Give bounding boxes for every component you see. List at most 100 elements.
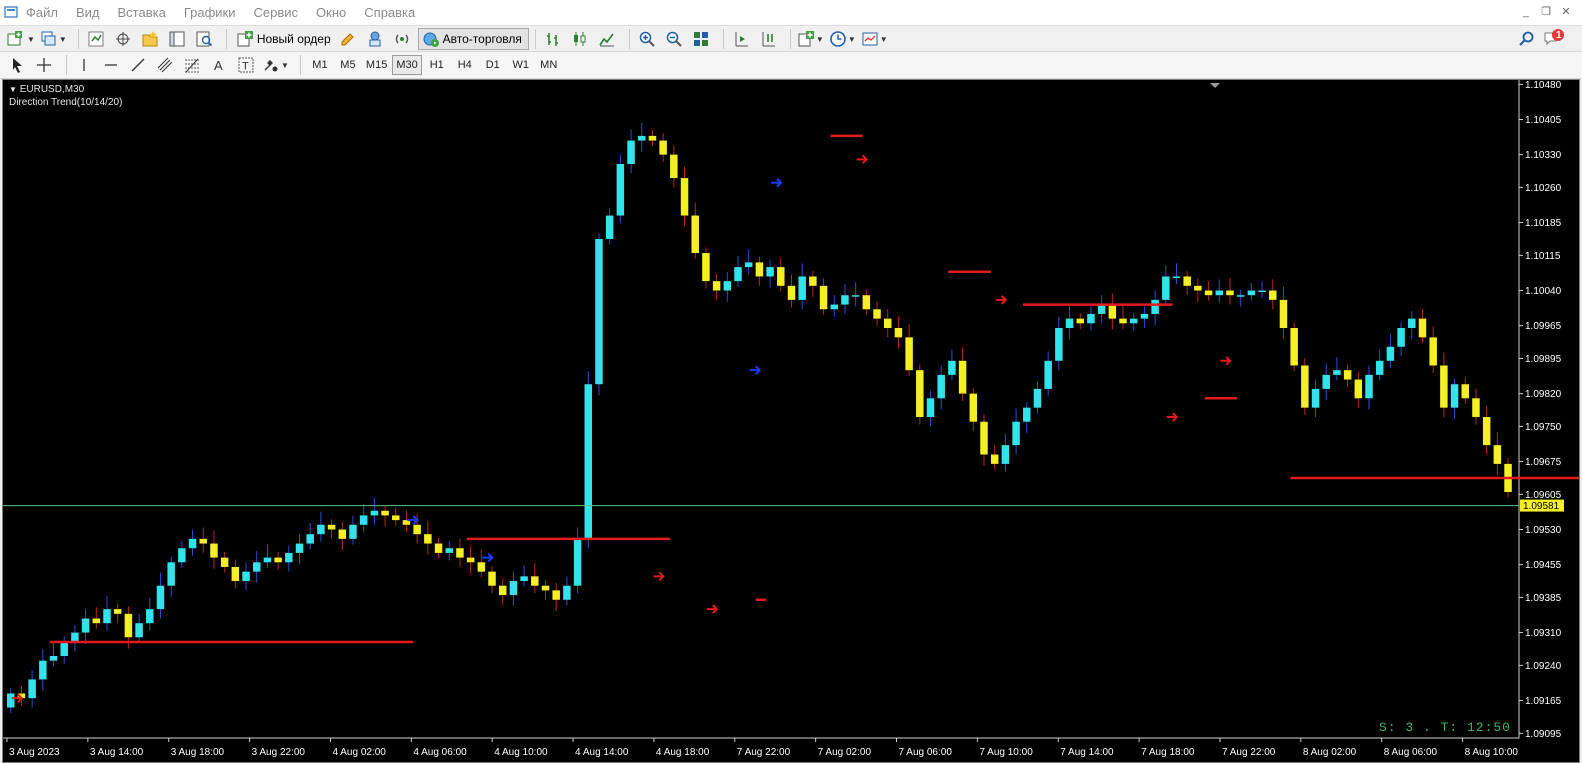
menu-file[interactable]: Файл [26, 5, 66, 20]
bar-chart-button[interactable] [542, 28, 564, 50]
price-chart[interactable]: 1.10480 1.10405 1.10330 1.10260 1.10185 1.101… [3, 80, 1579, 762]
timeframe-h1[interactable]: H1 [424, 55, 450, 75]
standard-toolbar: ▼ ▼ Новый ордер Авто-торговля ▼ ▼ ▼ 1 [0, 26, 1582, 52]
timeframe-m15[interactable]: M15 [363, 55, 390, 75]
candle-bull [1065, 318, 1074, 328]
timeframe-w1[interactable]: W1 [508, 55, 534, 75]
arrows-tool-button[interactable]: ▼ [262, 54, 289, 76]
chart-window[interactable]: 1.10480 1.10405 1.10330 1.10260 1.10185 1.101… [2, 79, 1580, 763]
search-button[interactable] [1516, 28, 1538, 50]
timeframe-d1[interactable]: D1 [480, 55, 506, 75]
trendline-tool-button[interactable] [127, 54, 149, 76]
candle-bull [1258, 290, 1266, 293]
line-chart-button[interactable] [596, 28, 618, 50]
candle-bear [1279, 299, 1288, 328]
market-watch-button[interactable] [85, 28, 107, 50]
minimize-button[interactable]: _ [1518, 4, 1534, 20]
candle-bull [1097, 304, 1106, 314]
candle-bear [1493, 445, 1502, 464]
candle-bull [595, 238, 603, 385]
timeframe-m30[interactable]: M30 [392, 55, 422, 75]
candle-bear [1226, 290, 1234, 296]
tile-windows-button[interactable] [690, 28, 712, 50]
candle-bear [1290, 328, 1298, 366]
candle-bull [563, 585, 571, 600]
candle-bull [49, 656, 58, 661]
templates-button[interactable]: ▼ [861, 28, 888, 50]
price-tick-label: 1.10480 [1525, 80, 1562, 91]
fibonacci-tool-button[interactable] [181, 54, 203, 76]
candle-bull [1365, 374, 1373, 399]
text-label-tool-button[interactable]: T [235, 54, 257, 76]
market-button[interactable] [391, 28, 413, 50]
crosshair-tool-button[interactable] [33, 54, 55, 76]
text-a-icon: A [214, 58, 223, 73]
candle-bear [905, 337, 913, 371]
candle-bull [520, 576, 528, 582]
candle-bear [1429, 337, 1437, 366]
cursor-tool-button[interactable] [6, 54, 28, 76]
chart-background [3, 80, 1579, 762]
close-button[interactable]: ✕ [1558, 4, 1574, 20]
timeframe-h4[interactable]: H4 [452, 55, 478, 75]
equidistant-channel-tool-button[interactable] [154, 54, 176, 76]
metaeditor-button[interactable] [337, 28, 359, 50]
indicators-button[interactable]: ▼ [797, 28, 824, 50]
window-controls: _ ❐ ✕ [1518, 4, 1574, 20]
data-window-button[interactable] [112, 28, 134, 50]
app-icon[interactable] [4, 5, 18, 19]
candle-bear [466, 557, 475, 563]
vertical-line-tool-button[interactable] [73, 54, 95, 76]
autoscroll-button[interactable] [757, 28, 779, 50]
timeframe-m1[interactable]: M1 [307, 55, 333, 75]
menu-help[interactable]: Справка [364, 5, 423, 20]
strategy-tester-button[interactable] [193, 28, 215, 50]
menu-view[interactable]: Вид [76, 5, 108, 20]
candle-bull [359, 515, 368, 525]
candle-bull [734, 267, 742, 282]
chart-shift-button[interactable] [730, 28, 752, 50]
profiles-button[interactable]: ▼ [40, 28, 67, 50]
candle-bear [424, 534, 432, 544]
candle-bear [1076, 318, 1084, 324]
candle-bull [1333, 370, 1341, 375]
candle-bull [1001, 445, 1010, 464]
restore-button[interactable]: ❐ [1538, 4, 1554, 20]
candle-bear [124, 613, 133, 638]
time-tick-label: 7 Aug 06:00 [899, 747, 953, 758]
candle-bear [958, 360, 967, 394]
candle-bull [1215, 290, 1224, 296]
new-order-button[interactable]: Новый ордер [233, 28, 337, 50]
candle-bear [787, 285, 796, 300]
signals-button[interactable] [364, 28, 386, 50]
toolbar-separator [789, 29, 791, 49]
periods-button[interactable]: ▼ [829, 28, 856, 50]
toolbar-separator [225, 29, 227, 49]
candle-bull [584, 384, 593, 539]
new-chart-button[interactable]: ▼ [6, 28, 35, 50]
timeframe-m5[interactable]: M5 [335, 55, 361, 75]
candle-bull [295, 543, 304, 553]
candlestick-chart-button[interactable] [569, 28, 591, 50]
text-tool-button[interactable]: A [208, 54, 230, 76]
terminal-button[interactable] [166, 28, 188, 50]
menu-window[interactable]: Окно [316, 5, 354, 20]
menu-charts[interactable]: Графики [184, 5, 244, 20]
price-tick-label: 1.09965 [1525, 321, 1562, 332]
autotrading-button[interactable]: Авто-торговля [417, 28, 529, 50]
candle-bear [413, 524, 421, 535]
candle-bear [210, 543, 218, 558]
text-label-icon: T [238, 57, 254, 73]
collapse-triangle-icon[interactable]: ▼ [9, 85, 17, 94]
notifications-button[interactable]: 1 [1543, 28, 1565, 50]
candle-bear [1301, 365, 1309, 408]
menu-insert[interactable]: Вставка [118, 5, 174, 20]
zoom-out-button[interactable] [663, 28, 685, 50]
timeframe-mn[interactable]: MN [536, 55, 562, 75]
price-tick-label: 1.09750 [1525, 422, 1562, 433]
zoom-in-button[interactable] [636, 28, 658, 50]
navigator-button[interactable] [139, 28, 161, 50]
vertical-line-icon [83, 59, 85, 71]
menu-tools[interactable]: Сервис [254, 5, 307, 20]
horizontal-line-tool-button[interactable] [100, 54, 122, 76]
